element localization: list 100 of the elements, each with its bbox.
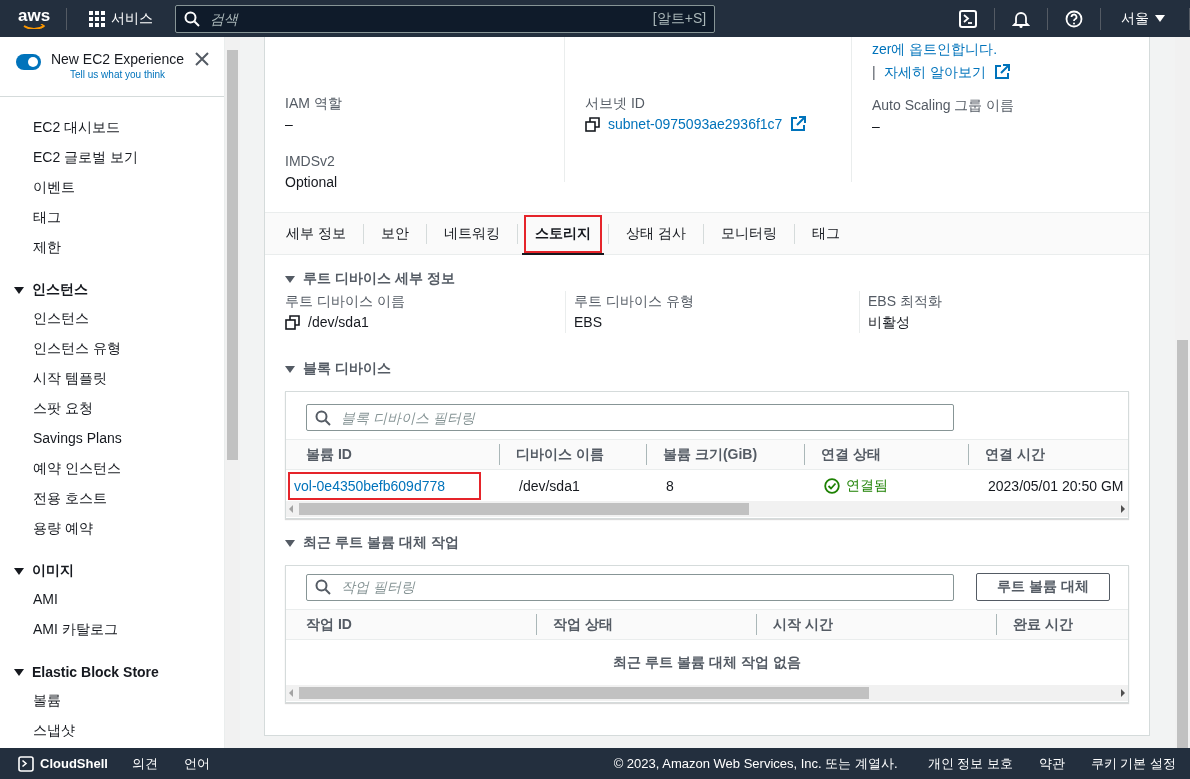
sidebar-item[interactable]: 용량 예약 [0, 513, 224, 543]
table-cell-text: /dev/sda1 [518, 477, 581, 494]
learn-more-link[interactable]: 자세히 알아보기 [883, 61, 986, 83]
column-header[interactable]: 볼륨 ID [286, 444, 499, 465]
sidebar-item[interactable]: 제한 [0, 232, 224, 262]
caret-down-icon [1155, 15, 1165, 22]
field-label: Auto Scaling 그룹 이름 [872, 96, 1016, 115]
tab[interactable]: 모니터링 [707, 212, 790, 255]
field-label: 루트 디바이스 이름 [285, 292, 406, 311]
terminal-icon [18, 755, 34, 772]
filter-field[interactable]: 작업 필터링 [306, 573, 954, 601]
tab[interactable]: 네트워킹 [430, 212, 513, 255]
notice-text: zer에 옵트인합니다. [872, 40, 999, 59]
field-value: /dev/sda1 [308, 313, 369, 332]
search-icon [315, 409, 331, 426]
bell-icon[interactable] [1012, 9, 1030, 28]
subnet-link[interactable]: subnet-0975093ae2936f1c7 [608, 113, 783, 135]
sidebar-item[interactable]: 볼륨 [0, 685, 224, 715]
field-value: – [872, 117, 880, 136]
sidebar-item[interactable]: Savings Plans [0, 423, 224, 453]
terminal-icon[interactable] [959, 9, 977, 28]
tab[interactable]: 태그 [798, 212, 853, 255]
field-label: 서브넷 ID [585, 94, 646, 113]
field-label: IAM 역할 [285, 94, 343, 113]
search-icon [184, 10, 201, 27]
external-link-icon [790, 116, 807, 132]
copyright-text: © 2023, Amazon Web Services, Inc. 또는 계열사. [613, 754, 898, 773]
field-label: 루트 디바이스 유형 [574, 292, 695, 311]
services-button[interactable]: 서비스 [83, 8, 160, 29]
sidebar-group-title[interactable]: Elastic Block Store [0, 659, 224, 685]
search-field[interactable]: 검색 [알트+S] [175, 4, 716, 33]
tab[interactable]: 보안 [367, 212, 422, 255]
sidebar-item[interactable]: 예약 인스턴스 [0, 453, 224, 483]
column-header[interactable]: 디바이스 이름 [499, 444, 646, 465]
toggle-switch[interactable] [16, 54, 41, 70]
separator-text: | [872, 63, 876, 82]
tab[interactable]: 세부 정보 [273, 212, 359, 255]
footer-link[interactable]: 의견 [131, 754, 158, 773]
field-value: Optional [285, 173, 338, 192]
smile-icon [23, 24, 46, 29]
sidebar-item[interactable]: 인스턴스 [0, 303, 224, 333]
sidebar-group-title[interactable]: 이미지 [0, 558, 224, 584]
column-header[interactable]: 연결 시간 [968, 444, 1128, 465]
sidebar-item[interactable]: 스팟 요청 [0, 393, 224, 423]
aws-logo[interactable]: aws [18, 8, 51, 29]
sidebar-item[interactable]: 전용 호스트 [0, 483, 224, 513]
volume-link[interactable]: vol-0e4350befb609d778 [294, 477, 446, 494]
close-icon[interactable] [194, 51, 210, 67]
table-cell-text: 8 [665, 477, 675, 494]
empty-message: 최근 루트 볼륨 대체 작업 없음 [612, 653, 802, 672]
column-header[interactable]: 작업 ID [286, 614, 536, 635]
sidebar-item[interactable]: 시작 템플릿 [0, 363, 224, 393]
copy-icon[interactable] [585, 116, 600, 132]
vertical-scrollbar[interactable] [1175, 37, 1190, 748]
column-header[interactable]: 시작 시간 [756, 614, 996, 635]
check-circle-icon [824, 477, 840, 494]
shortcut-hint: [알트+S] [652, 9, 707, 28]
grid-icon [89, 10, 106, 27]
column-header[interactable]: 볼륨 크기(GiB) [646, 444, 804, 465]
sidebar-item[interactable]: 인스턴스 유형 [0, 333, 224, 363]
sidebar-item[interactable]: 태그 [0, 202, 224, 232]
footer-link[interactable]: 개인 정보 보호 [927, 754, 1013, 773]
column-header[interactable]: 연결 상태 [804, 444, 968, 465]
horizontal-scrollbar[interactable] [286, 685, 1128, 701]
field-label: EBS 최적화 [868, 292, 943, 311]
copy-icon[interactable] [285, 314, 300, 330]
vertical-scrollbar[interactable] [225, 37, 240, 748]
section-heading[interactable]: 최근 루트 볼륨 대체 작업 [285, 531, 1129, 555]
sidebar-item[interactable]: 스냅샷 [0, 715, 224, 745]
field-value: – [285, 115, 293, 134]
filter-field[interactable]: 블록 디바이스 필터링 [306, 404, 954, 431]
footer-link[interactable]: 언어 [183, 754, 210, 773]
status-text: 연결됨 [846, 476, 888, 495]
field-value: EBS [574, 313, 602, 332]
filter-input[interactable]: 블록 디바이스 필터링 [339, 408, 945, 427]
field-value: 비활성 [868, 313, 910, 332]
region-selector[interactable]: 서울 [1101, 9, 1189, 28]
horizontal-scrollbar[interactable] [286, 501, 1128, 517]
sidebar-item[interactable]: 이벤트 [0, 172, 224, 202]
sidebar-item[interactable]: EC2 대시보드 [0, 112, 224, 142]
tab[interactable]: 스토리지 [521, 212, 604, 255]
filter-input[interactable]: 작업 필터링 [339, 578, 945, 596]
cloudshell-link[interactable]: CloudShell [18, 755, 108, 772]
tab[interactable]: 상태 검사 [612, 212, 699, 255]
section-heading[interactable]: 블록 디바이스 [285, 357, 1129, 381]
help-icon[interactable] [1065, 9, 1083, 28]
search-input[interactable]: 검색 [208, 9, 645, 28]
external-link-icon [993, 64, 1010, 80]
experience-label: New EC2 Experience [50, 51, 185, 67]
footer-link[interactable]: 약관 [1038, 754, 1065, 773]
replace-root-volume-button[interactable]: 루트 볼륨 대체 [976, 573, 1110, 601]
column-header[interactable]: 작업 상태 [536, 614, 756, 635]
sidebar-item[interactable]: AMI 카탈로그 [0, 614, 224, 644]
sidebar-item[interactable]: EC2 글로벌 보기 [0, 142, 224, 172]
feedback-link[interactable]: Tell us what you think [69, 69, 166, 80]
footer-link[interactable]: 쿠키 기본 설정 [1090, 754, 1176, 773]
sidebar-item[interactable]: AMI [0, 584, 224, 614]
sidebar-group-title[interactable]: 인스턴스 [0, 277, 224, 303]
section-heading[interactable]: 루트 디바이스 세부 정보 [285, 267, 1129, 291]
field-label: IMDSv2 [285, 152, 336, 171]
